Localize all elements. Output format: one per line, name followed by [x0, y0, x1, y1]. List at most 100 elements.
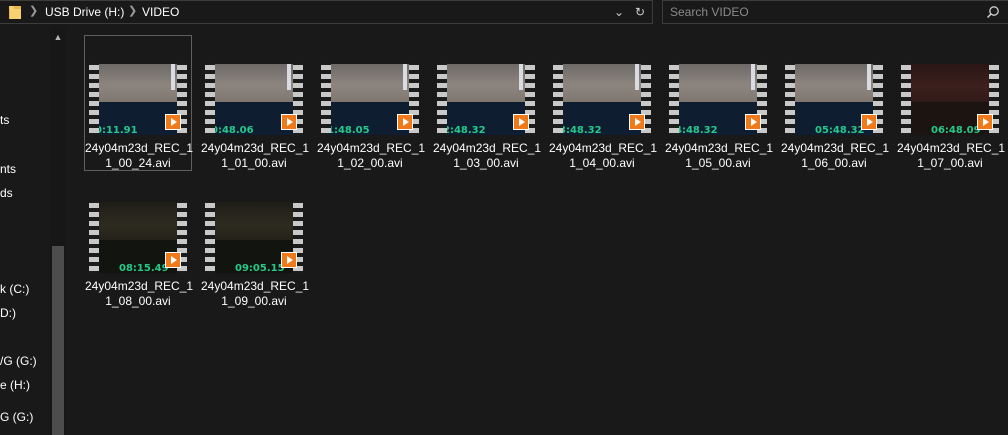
- thumbnail-timestamp: 06:48.09: [931, 125, 981, 135]
- thumbnail-timestamp: 4:48.32: [679, 125, 718, 135]
- file-name-line-2: 1_05_00.avi: [685, 156, 751, 170]
- file-name: 24y04m23d_REC_1 1_01_00.avi: [201, 141, 309, 171]
- video-thumbnail: 1:48.05: [321, 63, 419, 136]
- video-thumbnail: 4:48.32: [669, 63, 767, 136]
- file-name-line-1: 24y04m23d_REC_1: [85, 141, 194, 155]
- thumbnail-timestamp: 1:48.05: [331, 125, 370, 135]
- file-name-line-2: 1_09_00.avi: [221, 294, 287, 308]
- file-item[interactable]: 4:48.32 24y04m23d_REC_1 1_05_00.avi: [664, 35, 774, 171]
- video-thumbnail: 3:48.32: [553, 63, 651, 136]
- file-name: 24y04m23d_REC_1 1_04_00.avi: [549, 141, 657, 171]
- breadcrumb-video[interactable]: VIDEO: [142, 5, 179, 19]
- file-name-line-1: 24y04m23d_REC_1: [665, 141, 774, 155]
- thumbnail-wall: [795, 64, 873, 102]
- thumbnail-stripe: [635, 64, 639, 90]
- scrollbar-thumb[interactable]: [52, 246, 64, 435]
- file-name: 24y04m23d_REC_1 1_00_24.avi: [85, 141, 194, 171]
- file-item[interactable]: 05:48.32 24y04m23d_REC_1 1_06_00.avi: [780, 35, 890, 171]
- thumbnail-timestamp: 05:48.32: [815, 125, 865, 135]
- file-item[interactable]: 09:05.15 24y04m23d_REC_1 1_09_00.avi: [200, 173, 310, 309]
- video-thumbnail: 2:48.32: [437, 63, 535, 136]
- search-box[interactable]: [662, 0, 1008, 24]
- file-name-line-2: 1_04_00.avi: [569, 156, 635, 170]
- refresh-icon[interactable]: ↻: [631, 2, 649, 22]
- file-name-line-2: 1_03_00.avi: [453, 156, 519, 170]
- thumbnail-wall: [215, 202, 293, 240]
- thumbnail-timestamp: 3:48.32: [563, 125, 602, 135]
- file-name: 24y04m23d_REC_1 1_02_00.avi: [317, 141, 426, 171]
- folder-icon: [9, 6, 21, 19]
- nav-item-downloads[interactable]: ds: [0, 184, 13, 202]
- nav-item-usb-drive-h[interactable]: e (H:): [0, 376, 30, 394]
- file-item[interactable]: 0:48.06 24y04m23d_REC_1 1_01_00.avi: [200, 35, 309, 171]
- file-name-line-1: 24y04m23d_REC_1: [85, 279, 194, 293]
- video-thumbnail: 08:15.49: [89, 201, 187, 274]
- film-strip-icon: [89, 201, 99, 274]
- file-name-line-1: 24y04m23d_REC_1: [781, 141, 890, 155]
- thumbnail-timestamp: 0:48.06: [215, 125, 254, 135]
- file-name-line-2: 1_06_00.avi: [801, 156, 867, 170]
- file-name: 24y04m23d_REC_1 1_07_00.avi: [897, 141, 1005, 171]
- thumbnail-timestamp: 09:05.15: [235, 263, 285, 273]
- toolbar: ❯ USB Drive (H:) ❯ VIDEO ⌄ ↻: [0, 0, 1008, 28]
- nav-item-drive-g-2[interactable]: G (G:): [0, 408, 33, 426]
- play-icon: [629, 114, 645, 130]
- file-item[interactable]: 06:48.09 24y04m23d_REC_1 1_07_00.avi: [896, 35, 1005, 171]
- scroll-up-arrow-icon[interactable]: ▲: [50, 32, 66, 44]
- file-name-line-1: 24y04m23d_REC_1: [201, 279, 310, 293]
- nav-scrollbar[interactable]: ▲: [50, 28, 66, 435]
- file-item[interactable]: 3:48.32 24y04m23d_REC_1 1_04_00.avi: [548, 35, 657, 171]
- breadcrumb-separator-icon: ❯: [29, 5, 39, 17]
- film-strip-icon: [205, 63, 215, 136]
- video-thumbnail: 06:48.09: [901, 63, 999, 136]
- play-icon: [977, 114, 993, 130]
- thumbnail-wall: [563, 64, 641, 102]
- file-name: 24y04m23d_REC_1 1_09_00.avi: [201, 279, 310, 309]
- file-item[interactable]: 1:48.05 24y04m23d_REC_1 1_02_00.avi: [316, 35, 426, 171]
- file-item[interactable]: 0:11.91 24y04m23d_REC_1 1_00_24.avi: [84, 35, 194, 171]
- film-strip-icon: [205, 201, 215, 274]
- nav-item-documents-2[interactable]: nts: [0, 160, 16, 178]
- thumbnail-timestamp: 0:11.91: [99, 125, 138, 135]
- video-thumbnail: 05:48.32: [785, 63, 883, 136]
- nav-item-documents[interactable]: ts: [0, 111, 9, 129]
- file-name-line-2: 1_02_00.avi: [337, 156, 403, 170]
- thumbnail-stripe: [867, 64, 871, 90]
- chevron-down-icon[interactable]: ⌄: [610, 2, 628, 22]
- file-name-line-2: 1_01_00.avi: [221, 156, 287, 170]
- nav-item-drive-g[interactable]: /G (G:): [0, 352, 37, 370]
- thumbnail-stripe: [403, 64, 407, 90]
- search-icon[interactable]: [986, 5, 1000, 19]
- thumbnail-wall: [215, 64, 293, 102]
- play-icon: [745, 114, 761, 130]
- file-name-line-1: 24y04m23d_REC_1: [433, 141, 542, 155]
- search-input[interactable]: [670, 4, 970, 20]
- address-bar[interactable]: ❯ USB Drive (H:) ❯ VIDEO ⌄ ↻: [0, 0, 653, 24]
- file-name: 24y04m23d_REC_1 1_06_00.avi: [781, 141, 890, 171]
- thumbnail-wall: [99, 64, 177, 102]
- video-thumbnail: 0:48.06: [205, 63, 303, 136]
- play-icon: [281, 252, 297, 268]
- file-name: 24y04m23d_REC_1 1_05_00.avi: [665, 141, 774, 171]
- nav-item-drive-d[interactable]: D:): [0, 304, 16, 322]
- thumbnail-wall: [911, 64, 989, 102]
- breadcrumb-separator-icon: ❯: [128, 5, 138, 17]
- film-strip-icon: [785, 63, 795, 136]
- breadcrumb-usb-drive[interactable]: USB Drive (H:): [45, 5, 124, 19]
- file-item[interactable]: 08:15.49 24y04m23d_REC_1 1_08_00.avi: [84, 173, 194, 309]
- file-name-line-1: 24y04m23d_REC_1: [317, 141, 426, 155]
- file-name: 24y04m23d_REC_1 1_03_00.avi: [433, 141, 542, 171]
- play-icon: [861, 114, 877, 130]
- file-name: 24y04m23d_REC_1 1_08_00.avi: [85, 279, 194, 309]
- nav-item-local-disk-c[interactable]: k (C:): [0, 280, 29, 298]
- play-icon: [281, 114, 297, 130]
- film-strip-icon: [669, 63, 679, 136]
- video-thumbnail: 09:05.15: [205, 201, 303, 274]
- video-thumbnail: 0:11.91: [89, 63, 187, 136]
- thumbnail-timestamp: 2:48.32: [447, 125, 486, 135]
- thumbnail-wall: [679, 64, 757, 102]
- play-icon: [165, 252, 181, 268]
- file-item[interactable]: 2:48.32 24y04m23d_REC_1 1_03_00.avi: [432, 35, 542, 171]
- file-name-line-2: 1_07_00.avi: [917, 156, 983, 170]
- film-strip-icon: [321, 63, 331, 136]
